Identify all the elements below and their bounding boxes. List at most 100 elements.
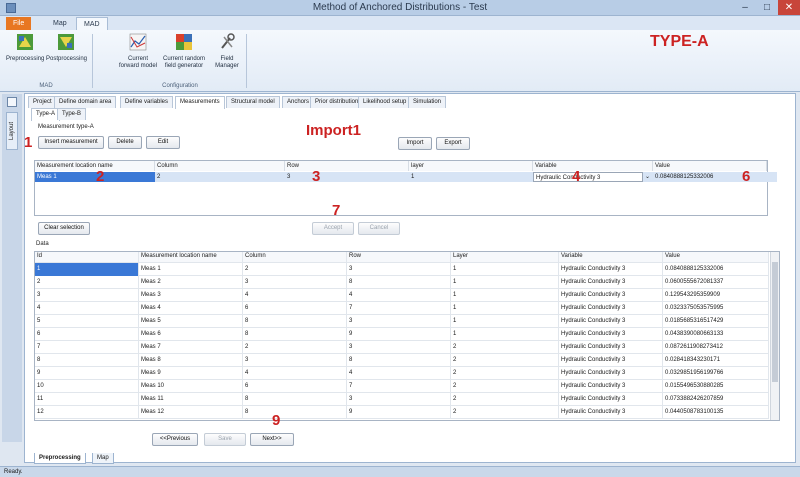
table-cell[interactable]: Hydraulic Conductivity 3 [559,354,663,367]
tab-preprocessing[interactable]: Preprocessing [34,453,86,464]
table-row[interactable]: 11 Meas 11 8 3 2 Hydraulic Conductivity 3 0.07… [35,393,769,406]
table-cell[interactable]: Meas 6 [139,328,243,341]
table-cell[interactable]: Hydraulic Conductivity 3 [559,315,663,328]
table-cell[interactable]: 0.0329851956199766 [663,367,769,380]
table-cell[interactable]: Meas 7 [139,341,243,354]
clear-selection-button[interactable]: Clear selection [38,222,90,235]
table-cell[interactable]: 2 [243,263,347,276]
side-panel-tab[interactable]: Layout [6,112,18,150]
table-cell[interactable]: 4 [347,289,451,302]
table-cell[interactable]: Meas 10 [139,380,243,393]
table-cell[interactable]: 8 [243,406,347,419]
table-row[interactable]: 6 Meas 6 8 9 1 Hydraulic Conductivity 3 0.0438… [35,328,769,341]
export-button[interactable]: Export [436,137,470,150]
table-row[interactable]: 5 Meas 5 8 3 1 Hydraulic Conductivity 3 0.0185… [35,315,769,328]
current-forward-model-button[interactable]: Current forward model [118,33,158,70]
table-cell[interactable]: 1 [35,263,139,276]
insert-measurement-button[interactable]: Insert measurement [38,136,104,149]
table-row[interactable]: 1 Meas 1 2 3 1 Hydraulic Conductivity 3 0.0840… [35,263,769,276]
layer-cell[interactable]: 1 [409,172,533,182]
column-cell[interactable]: 2 [155,172,285,182]
table-cell[interactable]: 1 [451,302,559,315]
table-cell[interactable]: 3 [347,263,451,276]
cancel-button[interactable]: Cancel [358,222,400,235]
table-cell[interactable]: 0.0323375053575995 [663,302,769,315]
table-cell[interactable]: 2 [451,367,559,380]
table-cell[interactable]: 3 [243,276,347,289]
table-cell[interactable]: 5 [35,315,139,328]
accept-button[interactable]: Accept [312,222,354,235]
column-header[interactable]: Variable [559,252,663,263]
variable-dropdown[interactable]: Hydraulic Conductivity 3 [533,172,643,182]
table-row[interactable]: 10 Meas 10 6 7 2 Hydraulic Conductivity 3 0.01… [35,380,769,393]
save-button[interactable]: Save [204,433,246,446]
table-cell[interactable]: 0.0440508783100135 [663,406,769,419]
table-cell[interactable]: 0.028418343230171 [663,354,769,367]
mad-tab[interactable]: MAD [76,17,108,30]
table-cell[interactable]: Meas 9 [139,367,243,380]
table-cell[interactable]: Meas 5 [139,315,243,328]
table-cell[interactable]: 4 [243,289,347,302]
table-cell[interactable]: Meas 12 [139,406,243,419]
table-cell[interactable]: 6 [243,302,347,315]
table-cell[interactable]: Meas 2 [139,276,243,289]
column-header[interactable]: Id [35,252,139,263]
table-cell[interactable]: 1 [451,263,559,276]
table-row[interactable]: 3 Meas 3 4 4 1 Hydraulic Conductivity 3 0.1295… [35,289,769,302]
table-cell[interactable]: Hydraulic Conductivity 3 [559,276,663,289]
table-cell[interactable]: Meas 11 [139,393,243,406]
table-cell[interactable]: 2 [451,354,559,367]
table-cell[interactable]: 2 [451,406,559,419]
column-header[interactable]: Layer [451,252,559,263]
table-cell[interactable]: 8 [347,276,451,289]
tab-define-domain-area[interactable]: Define domain area [54,96,117,108]
table-cell[interactable]: 9 [35,367,139,380]
table-cell[interactable]: 2 [243,341,347,354]
tab-project[interactable]: Project [28,96,57,108]
column-header[interactable]: Column [155,161,285,171]
table-cell[interactable]: 6 [35,328,139,341]
table-cell[interactable]: 7 [347,380,451,393]
table-cell[interactable]: 1 [451,276,559,289]
column-header[interactable]: Row [347,252,451,263]
maximize-button[interactable]: □ [756,0,778,15]
table-cell[interactable]: 0.0872611908273412 [663,341,769,354]
table-cell[interactable]: Hydraulic Conductivity 3 [559,393,663,406]
table-cell[interactable]: 9 [347,328,451,341]
table-cell[interactable]: 0.0840888125332006 [663,263,769,276]
table-row[interactable]: 12 Meas 12 8 9 2 Hydraulic Conductivity 3 0.04… [35,406,769,419]
table-cell[interactable]: Hydraulic Conductivity 3 [559,341,663,354]
table-cell[interactable]: 0.0155496530880285 [663,380,769,393]
table-cell[interactable]: Hydraulic Conductivity 3 [559,328,663,341]
table-cell[interactable]: Hydraulic Conductivity 3 [559,406,663,419]
table-row[interactable]: 4 Meas 4 6 7 1 Hydraulic Conductivity 3 0.0323… [35,302,769,315]
next-button[interactable]: Next>> [250,433,294,446]
table-cell[interactable]: 2 [451,393,559,406]
table-cell[interactable]: 8 [243,328,347,341]
table-cell[interactable]: 4 [35,302,139,315]
table-cell[interactable]: 8 [347,354,451,367]
table-cell[interactable]: Hydraulic Conductivity 3 [559,289,663,302]
tab-measurements[interactable]: Measurements [175,96,225,109]
row-cell[interactable]: 3 [285,172,409,182]
tab-likelihood-setup[interactable]: Likelihood setup [358,96,412,108]
table-cell[interactable]: 0.0438390080663133 [663,328,769,341]
column-header[interactable]: Variable [533,161,653,171]
table-cell[interactable]: 3 [347,393,451,406]
table-cell[interactable]: 7 [347,302,451,315]
table-cell[interactable]: 0.0733882426207859 [663,393,769,406]
postprocessing-button[interactable]: Postprocessing [46,33,87,63]
tab-simulation[interactable]: Simulation [408,96,447,108]
column-header[interactable]: Column [243,252,347,263]
table-cell[interactable]: 9 [347,406,451,419]
table-cell[interactable]: 2 [451,341,559,354]
table-cell[interactable]: 8 [243,393,347,406]
table-cell[interactable]: 0.129543295359909 [663,289,769,302]
scrollbar-thumb[interactable] [772,262,778,382]
tab-type-a[interactable]: Type-A [31,108,61,121]
tab-define-variables[interactable]: Define variables [120,96,174,108]
table-cell[interactable]: 3 [347,315,451,328]
column-header[interactable]: Value [663,252,769,263]
location-name-cell[interactable]: Meas 1 [35,172,155,182]
table-cell[interactable]: Hydraulic Conductivity 3 [559,263,663,276]
